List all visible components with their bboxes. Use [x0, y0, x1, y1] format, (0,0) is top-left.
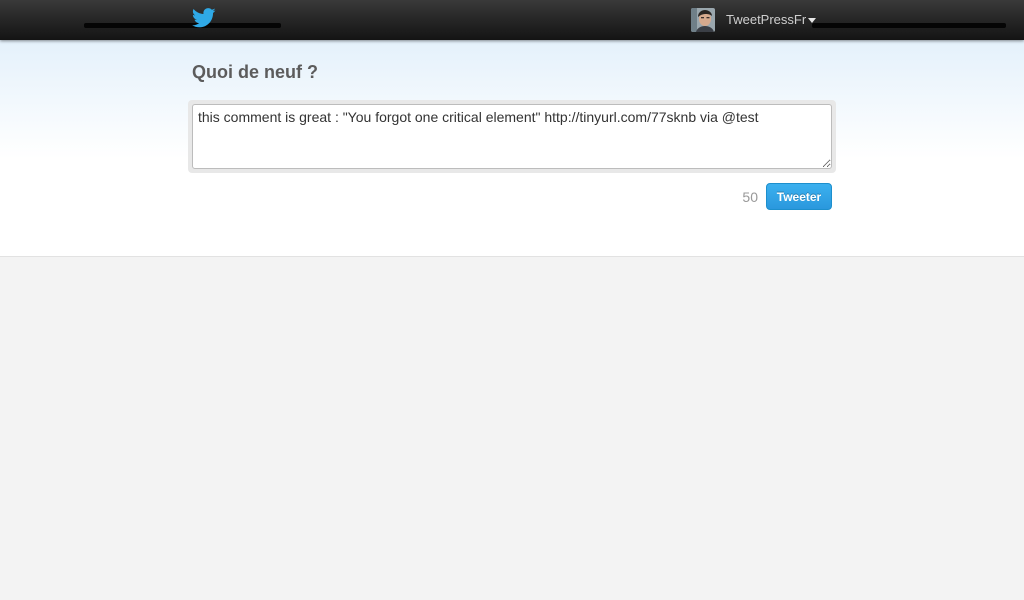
account-screen-name[interactable]: TweetPressFr [726, 8, 806, 32]
tweet-box-frame: this comment is great : "You forgot one … [188, 100, 836, 173]
compose-heading: Quoi de neuf ? [192, 62, 318, 82]
caret-down-icon[interactable] [808, 18, 817, 23]
top-bar-shadow-right [812, 23, 1006, 28]
top-bar-shadow-left [84, 23, 281, 28]
user-avatar[interactable] [691, 8, 715, 32]
top-bar: TweetPressFr [0, 0, 1024, 40]
tweet-button[interactable]: Tweeter [766, 183, 832, 210]
character-counter: 50 [742, 189, 758, 205]
tweet-input[interactable]: this comment is great : "You forgot one … [192, 104, 832, 169]
account-menu[interactable]: TweetPressFr [691, 7, 817, 33]
twitter-bird-icon[interactable] [191, 8, 216, 28]
